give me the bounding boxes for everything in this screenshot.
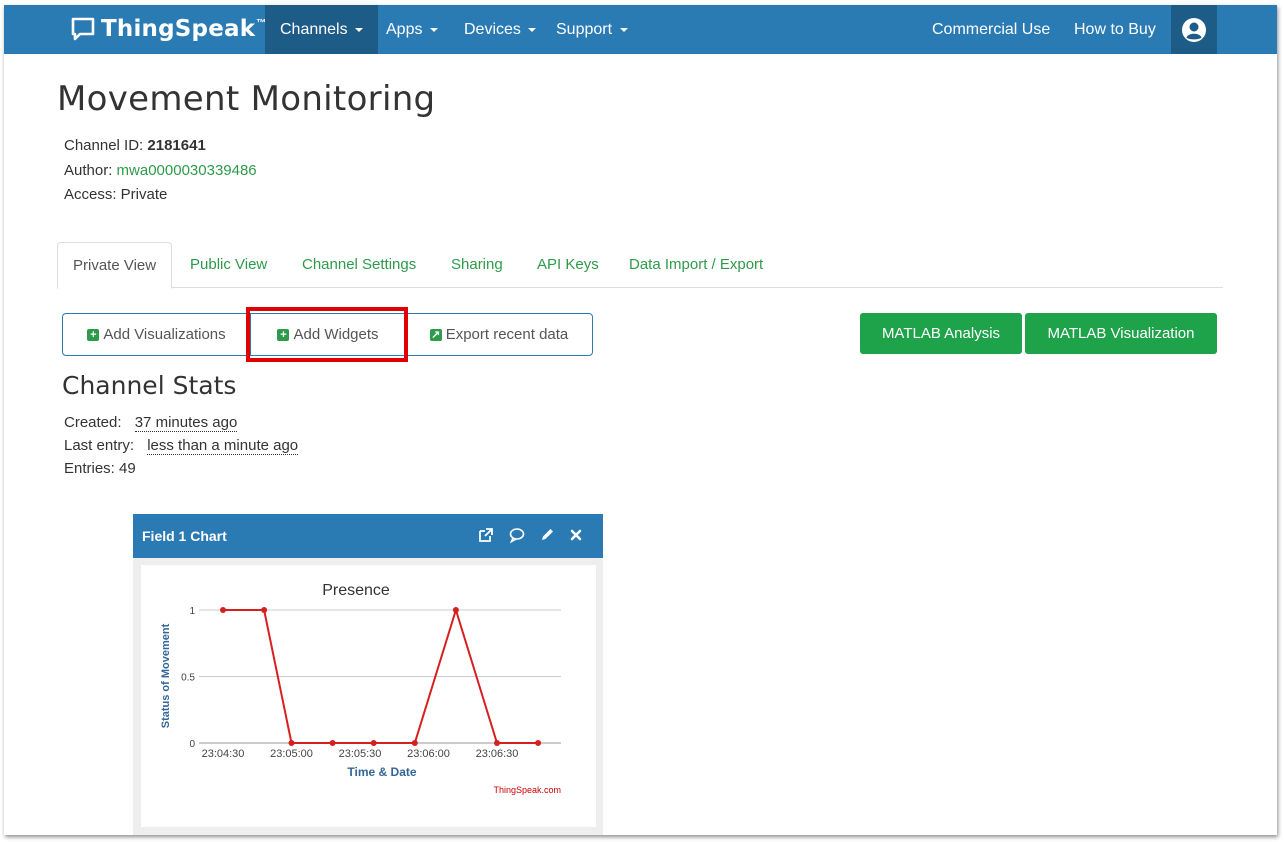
author-label: Author: — [64, 162, 117, 179]
matlab-analysis-button[interactable]: MATLAB Analysis — [860, 313, 1022, 354]
data-point — [494, 740, 500, 746]
user-icon — [1182, 17, 1206, 42]
x-tick-label: 23:05:00 — [270, 748, 313, 760]
comment-icon[interactable] — [508, 526, 526, 544]
nav-how-to-buy[interactable]: How to Buy — [1059, 5, 1171, 54]
widget-title: Field 1 Chart — [142, 528, 227, 544]
last-entry-value: less than a minute ago — [147, 437, 299, 455]
matlab-visualization-button[interactable]: MATLAB Visualization — [1025, 313, 1217, 354]
tab-channel-settings[interactable]: Channel Settings — [287, 242, 431, 288]
stat-created: Created: 37 minutes ago — [64, 414, 238, 432]
close-icon[interactable] — [567, 526, 585, 544]
presence-line-chart: Presence Status of Movement Time & Date … — [160, 582, 561, 795]
user-account-button[interactable] — [1171, 5, 1217, 54]
chart-title: Presence — [322, 582, 390, 599]
external-link-icon[interactable] — [477, 526, 495, 544]
channel-id: Channel ID: 2181641 — [64, 137, 206, 154]
caret-down-icon — [528, 27, 537, 32]
export-recent-data-button[interactable]: ↗ Export recent data — [406, 314, 592, 355]
nav-commercial-use-label: Commercial Use — [932, 21, 1051, 38]
page-title: Movement Monitoring — [57, 79, 436, 119]
channel-author: Author: mwa0000030339486 — [64, 162, 257, 179]
channel-access: Access: Private — [64, 186, 168, 203]
data-point — [370, 740, 377, 746]
nav-how-to-buy-label: How to Buy — [1074, 21, 1156, 38]
caret-down-icon — [355, 27, 364, 32]
x-tick-label: 23:05:30 — [339, 748, 382, 760]
x-tick-label: 23:06:30 — [476, 748, 519, 760]
caret-down-icon — [429, 27, 438, 32]
browser-page: ThingSpeak ™ Channels Apps Devices Suppo… — [4, 5, 1277, 835]
data-point — [261, 607, 268, 613]
y-axis-label: Status of Movement — [160, 623, 172, 728]
tab-private-view[interactable]: Private View — [57, 242, 173, 289]
top-navbar: ThingSpeak ™ Channels Apps Devices Suppo… — [4, 5, 1277, 54]
thingspeak-logo[interactable]: ThingSpeak ™ — [70, 14, 266, 44]
nav-channels-label: Channels — [280, 21, 348, 38]
nav-devices-label: Devices — [464, 21, 521, 38]
chart-credit: ThingSpeak.com — [493, 785, 561, 795]
brand-name: ThingSpeak — [101, 16, 256, 42]
created-value: 37 minutes ago — [134, 414, 238, 432]
x-axis-label: Time & Date — [347, 765, 416, 779]
nav-support[interactable]: Support — [541, 5, 643, 54]
data-point — [329, 740, 336, 746]
channel-id-value: 2181641 — [147, 137, 206, 154]
author-link[interactable]: mwa0000030339486 — [117, 162, 257, 179]
nav-apps-label: Apps — [386, 21, 423, 38]
data-point — [220, 607, 226, 613]
last-entry-label: Last entry: — [64, 437, 135, 454]
nav-channels[interactable]: Channels — [265, 5, 379, 54]
nav-apps[interactable]: Apps — [371, 5, 453, 54]
field-1-chart-widget: Field 1 Chart Presence Status of Movemen… — [133, 514, 603, 835]
export-recent-data-label: Export recent data — [445, 326, 569, 343]
nav-support-label: Support — [556, 21, 613, 38]
external-link-square-icon: ↗ — [429, 328, 442, 341]
plus-square-icon: + — [87, 328, 100, 341]
widget-header: Field 1 Chart — [133, 514, 603, 558]
nav-devices[interactable]: Devices — [449, 5, 551, 54]
add-visualizations-label: Add Visualizations — [103, 326, 226, 343]
y-tick-label: 0.5 — [181, 673, 195, 684]
highlight-annotation — [246, 307, 408, 362]
chat-bubble-logo-icon — [71, 17, 95, 41]
x-tick-label: 23:04:30 — [202, 748, 245, 760]
tab-sharing[interactable]: Sharing — [436, 242, 518, 288]
pencil-icon[interactable] — [538, 526, 556, 544]
tab-data-import-export[interactable]: Data Import / Export — [614, 242, 778, 288]
y-tick-label: 0 — [189, 739, 195, 750]
chart-area: Presence Status of Movement Time & Date … — [141, 565, 596, 827]
add-visualizations-button[interactable]: + Add Visualizations — [63, 314, 250, 355]
tab-public-view[interactable]: Public View — [175, 242, 282, 288]
data-point — [535, 740, 542, 746]
data-point — [288, 740, 295, 746]
data-point — [411, 740, 418, 746]
tab-api-keys[interactable]: API Keys — [522, 242, 614, 288]
stat-last-entry: Last entry: less than a minute ago — [64, 437, 299, 455]
channel-id-label: Channel ID: — [64, 137, 148, 154]
stat-entries: Entries: 49 — [64, 460, 136, 477]
caret-down-icon — [619, 27, 628, 32]
nav-commercial-use[interactable]: Commercial Use — [917, 5, 1065, 54]
data-point — [452, 607, 459, 613]
x-tick-label: 23:06:00 — [407, 748, 450, 760]
y-tick-label: 1 — [189, 606, 195, 617]
channel-tabs: Private View Public View Channel Setting… — [57, 242, 1223, 289]
channel-stats-title: Channel Stats — [62, 371, 237, 400]
created-label: Created: — [64, 414, 122, 431]
